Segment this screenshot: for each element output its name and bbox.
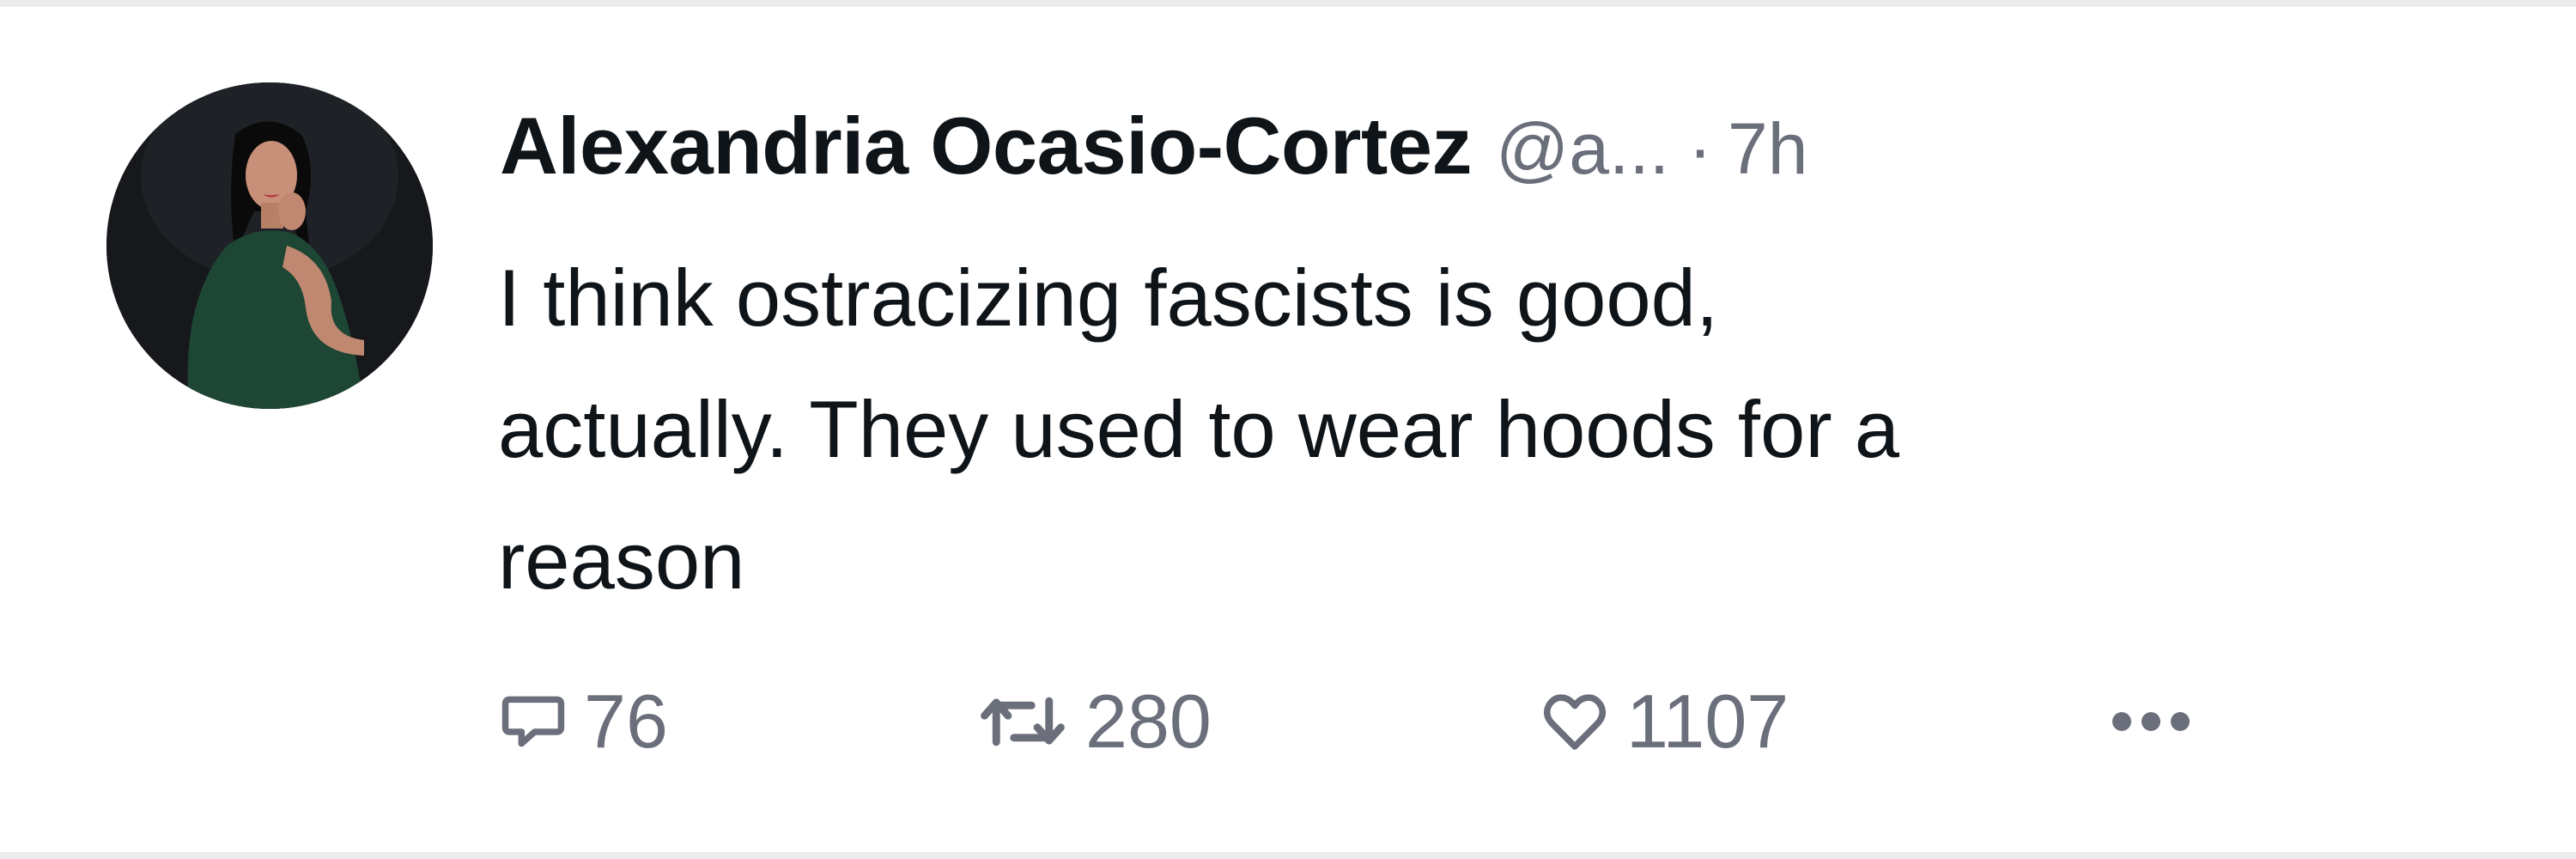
author-name[interactable]: Alexandria Ocasio-Cortez <box>500 100 1473 192</box>
like-count: 1107 <box>1626 679 1789 764</box>
tweet-card[interactable]: Alexandria Ocasio-Cortez @a... · 7h I th… <box>0 0 2576 859</box>
reply-count: 76 <box>584 679 668 764</box>
avatar[interactable] <box>106 82 433 409</box>
retweet-count: 280 <box>1085 679 1212 764</box>
ellipsis-icon <box>2112 712 2190 731</box>
profile-photo-icon <box>106 82 433 409</box>
author-handle[interactable]: @a... <box>1496 107 1669 191</box>
separator-dot: · <box>1688 108 1713 189</box>
retweet-button[interactable]: 280 <box>975 670 1212 773</box>
retweet-arrows-icon <box>981 697 1065 746</box>
timestamp[interactable]: 7h <box>1728 107 1807 191</box>
tweet-header: Alexandria Ocasio-Cortez @a... · 7h <box>500 100 1807 203</box>
like-button[interactable]: 1107 <box>1539 670 1789 773</box>
tweet-actions: 76 280 1107 <box>498 670 2301 773</box>
tweet-text: I think ostracizing fascists is good, ac… <box>498 253 1900 606</box>
reply-button[interactable]: 76 <box>498 670 668 773</box>
heart-icon <box>1543 694 1607 750</box>
more-options-button[interactable] <box>2104 670 2198 773</box>
speech-bubble-icon <box>501 696 565 747</box>
